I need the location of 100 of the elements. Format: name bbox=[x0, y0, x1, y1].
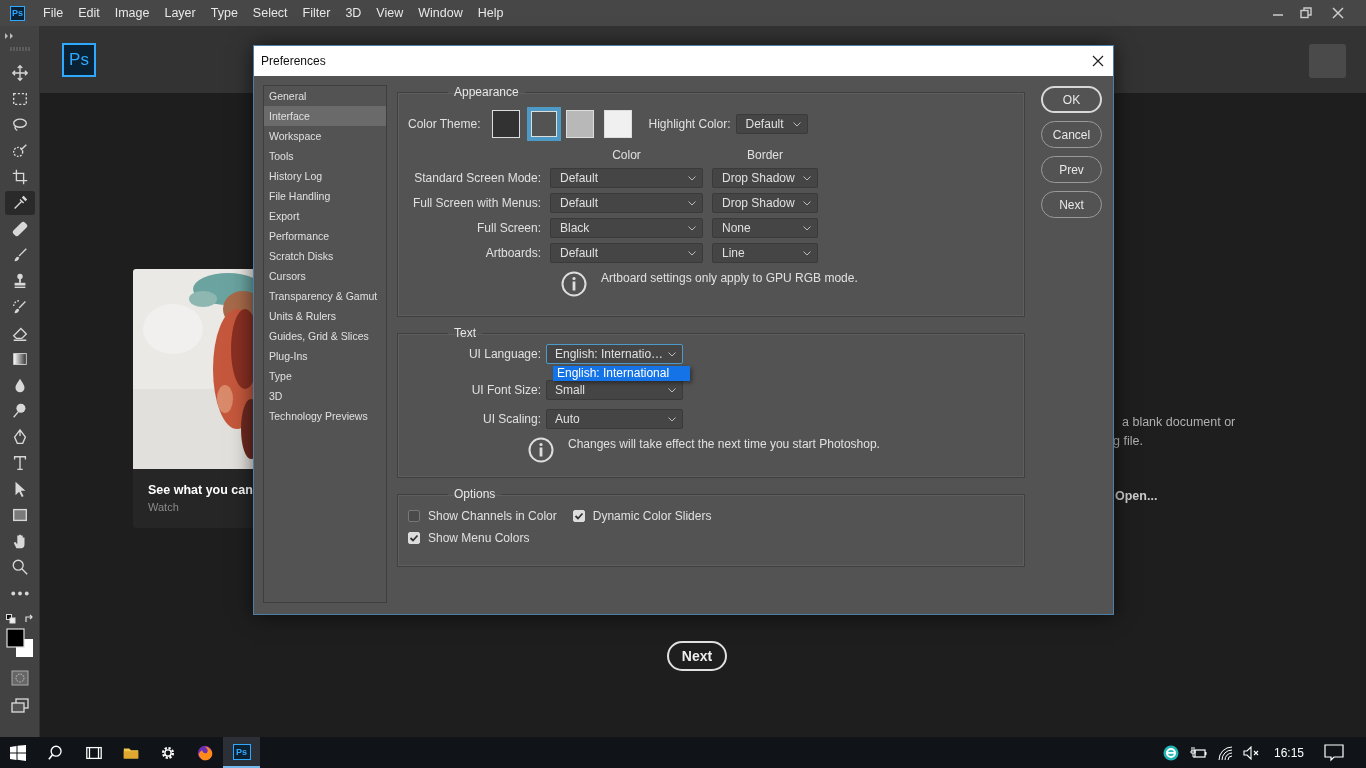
lasso-icon bbox=[10, 116, 29, 134]
caret-icon bbox=[803, 200, 811, 206]
menu-item[interactable]: Window bbox=[411, 6, 470, 20]
ellipsis-icon bbox=[10, 590, 29, 596]
menu-item[interactable]: 3D bbox=[338, 6, 369, 20]
dialog-button[interactable]: Next bbox=[1041, 191, 1102, 218]
clock[interactable]: 16:15 bbox=[1273, 745, 1304, 760]
checkbox[interactable] bbox=[408, 510, 420, 522]
dropdown[interactable]: Default bbox=[550, 243, 703, 263]
category-item[interactable]: Cursors bbox=[264, 266, 386, 286]
theme-swatch[interactable] bbox=[527, 107, 562, 141]
default-colors-icon[interactable] bbox=[5, 614, 16, 624]
category-item[interactable]: Performance bbox=[264, 226, 386, 246]
dropdown[interactable]: Drop Shadow bbox=[712, 168, 818, 188]
dropdown[interactable]: Default bbox=[550, 193, 703, 213]
eyedropper-tool[interactable] bbox=[4, 191, 35, 215]
checkbox-label[interactable]: Show Channels in Color bbox=[428, 509, 557, 523]
caret-icon bbox=[803, 225, 811, 231]
category-item[interactable]: Workspace bbox=[264, 126, 386, 146]
photoshop-taskbar-button[interactable]: Ps bbox=[223, 737, 260, 768]
category-item[interactable]: Interface bbox=[264, 106, 386, 126]
field-label: Artboards: bbox=[484, 246, 541, 260]
caret-icon bbox=[688, 200, 696, 206]
dropdown[interactable]: Default bbox=[550, 168, 703, 188]
dropdown[interactable]: Default bbox=[735, 114, 808, 134]
category-item[interactable]: Technology Previews bbox=[264, 406, 386, 426]
field-label: UI Language: bbox=[467, 347, 541, 361]
category-item[interactable]: General bbox=[264, 86, 386, 106]
battery-icon[interactable] bbox=[1188, 745, 1207, 760]
tutorial-card[interactable]: See what you can Watch bbox=[133, 269, 253, 528]
open-link[interactable]: Open... bbox=[1115, 489, 1236, 503]
antivirus-icon[interactable] bbox=[1162, 744, 1179, 761]
field-label: Highlight Color: bbox=[648, 117, 731, 131]
app-logo: Ps bbox=[10, 5, 25, 21]
swap-colors-icon[interactable] bbox=[23, 614, 34, 624]
dropdown[interactable]: Line bbox=[712, 243, 818, 263]
wifi-icon[interactable] bbox=[1216, 744, 1233, 761]
caret-icon bbox=[803, 175, 811, 181]
menu-item[interactable]: File bbox=[36, 6, 71, 20]
menu-item[interactable]: Type bbox=[203, 6, 245, 20]
category-item[interactable]: Scratch Disks bbox=[264, 246, 386, 266]
dropdown[interactable]: Auto bbox=[546, 409, 683, 429]
dialog-button[interactable]: Prev bbox=[1041, 156, 1102, 183]
card-title: See what you can bbox=[148, 483, 253, 497]
category-item[interactable]: Type bbox=[264, 366, 386, 386]
caret-icon bbox=[688, 250, 696, 256]
category-item[interactable]: Export bbox=[264, 206, 386, 226]
section-title: Text bbox=[453, 326, 477, 340]
crop-icon bbox=[10, 168, 29, 186]
category-item[interactable]: Units & Rulers bbox=[264, 306, 386, 326]
dropdown[interactable]: Small bbox=[546, 380, 683, 400]
start-icon[interactable] bbox=[10, 744, 26, 761]
category-item[interactable]: Plug-Ins bbox=[264, 346, 386, 366]
next-button[interactable]: Next bbox=[667, 641, 727, 671]
menu-item[interactable]: Select bbox=[245, 6, 295, 20]
category-item[interactable]: Guides, Grid & Slices bbox=[264, 326, 386, 346]
screen-mode-icon[interactable] bbox=[10, 698, 29, 714]
ok-button[interactable]: OK bbox=[1041, 86, 1102, 113]
category-item[interactable]: Transparency & Gamut bbox=[264, 286, 386, 306]
category-item[interactable]: File Handling bbox=[264, 186, 386, 206]
collapse-icon[interactable] bbox=[5, 33, 15, 39]
color-swatches-drawing[interactable] bbox=[5, 628, 34, 658]
close-icon[interactable] bbox=[1092, 55, 1104, 67]
theme-swatch[interactable] bbox=[492, 110, 521, 138]
dropdown-option[interactable]: English: International bbox=[553, 366, 690, 381]
gradient-icon bbox=[10, 350, 29, 368]
dialog-button[interactable]: Cancel bbox=[1041, 121, 1102, 148]
menu-item[interactable]: Help bbox=[470, 6, 511, 20]
caret-icon bbox=[668, 416, 676, 422]
theme-swatch[interactable] bbox=[604, 110, 633, 138]
category-item[interactable]: Tools bbox=[264, 146, 386, 166]
dropdown[interactable]: Drop Shadow bbox=[712, 193, 818, 213]
theme-swatch[interactable] bbox=[566, 110, 595, 138]
menu-item[interactable]: Image bbox=[107, 6, 157, 20]
field-label: Color Theme: bbox=[408, 117, 481, 131]
checkbox-label[interactable]: Show Menu Colors bbox=[428, 531, 530, 545]
caret-icon bbox=[688, 175, 696, 181]
quick-mask-icon[interactable] bbox=[10, 670, 29, 686]
category-item[interactable]: History Log bbox=[264, 166, 386, 186]
menu-item[interactable]: Filter bbox=[295, 6, 338, 20]
field-label: UI Font Size: bbox=[470, 383, 541, 397]
category-item[interactable]: 3D bbox=[264, 386, 386, 406]
browser-icon bbox=[195, 743, 214, 762]
restore-icon[interactable] bbox=[1300, 7, 1312, 19]
info-text: Artboard settings only apply to GPU RGB mode. bbox=[601, 271, 858, 285]
menu-item[interactable]: Layer bbox=[157, 6, 203, 20]
dropdown[interactable]: None bbox=[712, 218, 818, 238]
field-label: Full Screen: bbox=[475, 221, 541, 235]
caret-icon bbox=[688, 225, 696, 231]
menu-item[interactable]: Edit bbox=[71, 6, 107, 20]
notification-icon[interactable] bbox=[1324, 743, 1344, 762]
caret-icon bbox=[792, 121, 801, 127]
volume-muted-icon[interactable] bbox=[1242, 745, 1261, 760]
checkbox-label[interactable]: Dynamic Color Sliders bbox=[592, 509, 712, 523]
field-label: Standard Screen Mode: bbox=[413, 171, 541, 185]
caret-icon bbox=[803, 250, 811, 256]
menu-item[interactable]: View bbox=[369, 6, 411, 20]
card-subtitle: Watch bbox=[148, 501, 180, 513]
dropdown[interactable]: Black bbox=[550, 218, 703, 238]
dropdown[interactable]: English: Internatio… bbox=[546, 344, 683, 364]
